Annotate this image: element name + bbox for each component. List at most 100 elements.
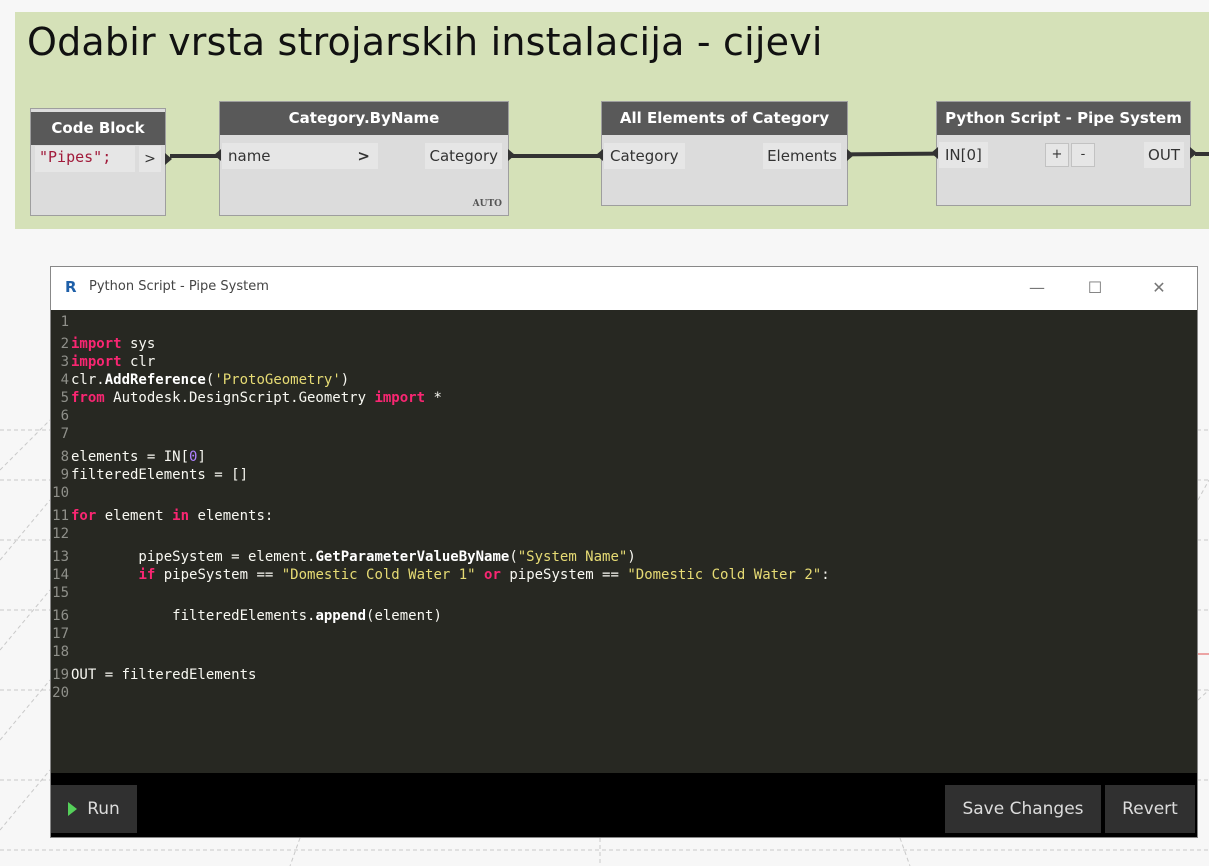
- minimize-icon[interactable]: —: [1017, 273, 1057, 303]
- code-line[interactable]: 8 elements = IN[0]: [51, 448, 206, 466]
- editor-footer: Run Save Changes Revert: [51, 773, 1197, 837]
- maximize-icon[interactable]: ☐: [1075, 273, 1115, 303]
- line-number: 5: [60, 390, 69, 406]
- category-byname-output-category[interactable]: Category: [425, 143, 502, 169]
- all-elements-node[interactable]: All Elements of Category Category Elemen…: [596, 101, 854, 206]
- play-icon: [68, 802, 78, 816]
- code-text: for element in elements:: [71, 508, 274, 524]
- line-number: 7: [60, 426, 69, 442]
- code-block-out-connector[interactable]: [165, 153, 172, 165]
- line-number: 16: [52, 608, 69, 624]
- code-line[interactable]: 13 pipeSystem = element.GetParameterValu…: [51, 548, 636, 566]
- code-block-output-arrow: >: [144, 151, 156, 167]
- category-byname-title: Category.ByName: [220, 102, 508, 135]
- python-script-output-out[interactable]: OUT: [1144, 142, 1184, 168]
- group-title[interactable]: Odabir vrsta strojarskih instalacija - c…: [27, 20, 823, 64]
- category-byname-input-name[interactable]: name >: [222, 143, 378, 169]
- revert-button[interactable]: Revert: [1105, 785, 1195, 833]
- chevron-right-icon: >: [357, 147, 370, 165]
- code-text: pipeSystem = element.GetParameterValueBy…: [71, 549, 636, 565]
- line-number: 9: [60, 467, 69, 483]
- wire-allelements-to-python: [844, 151, 941, 157]
- line-number: 18: [52, 644, 69, 660]
- code-line[interactable]: 16 filteredElements.append(element): [51, 607, 442, 625]
- python-script-output-label: OUT: [1148, 146, 1180, 164]
- python-script-input-in0[interactable]: IN[0]: [939, 142, 988, 168]
- line-number: 6: [60, 408, 69, 424]
- code-line[interactable]: 6: [51, 407, 71, 425]
- code-text: import sys: [71, 336, 156, 352]
- code-line[interactable]: 3 import clr: [51, 353, 156, 371]
- line-number: 17: [52, 626, 69, 642]
- python-script-in-connector[interactable]: [931, 147, 938, 159]
- code-text: filteredElements = []: [71, 467, 249, 483]
- category-byname-node[interactable]: Category.ByName name > Category AUTO: [214, 101, 515, 216]
- category-byname-in-connector[interactable]: [214, 149, 221, 161]
- code-text: import clr: [71, 354, 156, 370]
- code-text: elements = IN[0]: [71, 449, 206, 465]
- all-elements-input-label: Category: [610, 147, 679, 165]
- all-elements-output-label: Elements: [767, 147, 837, 165]
- python-script-node[interactable]: Python Script - Pipe System IN[0] + - OU…: [931, 101, 1197, 206]
- all-elements-out-connector[interactable]: [847, 149, 854, 161]
- line-number: 15: [52, 585, 69, 601]
- code-line[interactable]: 18: [51, 643, 71, 661]
- window-titlebar[interactable]: R Python Script - Pipe System — ☐ ✕: [51, 267, 1197, 310]
- line-number: 4: [60, 372, 69, 388]
- line-number: 2: [60, 336, 69, 352]
- code-block-title: Code Block: [31, 112, 165, 145]
- line-number: 14: [52, 567, 69, 583]
- python-script-title: Python Script - Pipe System: [937, 102, 1190, 135]
- line-number: 10: [52, 485, 69, 501]
- code-text: OUT = filteredElements: [71, 667, 257, 683]
- code-editor[interactable]: 1 2 import sys 3 import clr 4 clr.AddRefere…: [51, 310, 1197, 775]
- code-block-code: "Pipes";: [39, 148, 112, 166]
- code-line[interactable]: 20: [51, 684, 71, 702]
- python-script-out-connector[interactable]: [1190, 147, 1197, 159]
- code-line[interactable]: 17: [51, 625, 71, 643]
- code-line[interactable]: 7: [51, 425, 71, 443]
- category-byname-output-label: Category: [429, 147, 498, 165]
- close-icon[interactable]: ✕: [1139, 273, 1179, 303]
- code-line[interactable]: 4 clr.AddReference('ProtoGeometry'): [51, 371, 350, 389]
- line-number: 1: [60, 314, 69, 330]
- save-changes-button[interactable]: Save Changes: [945, 785, 1101, 833]
- wire-category-to-allelements: [505, 154, 605, 158]
- line-number: 11: [52, 508, 69, 524]
- category-byname-input-label: name: [228, 147, 271, 165]
- code-line[interactable]: 9 filteredElements = []: [51, 466, 248, 484]
- run-button[interactable]: Run: [51, 785, 137, 833]
- python-editor-window[interactable]: R Python Script - Pipe System — ☐ ✕ 1 2i…: [50, 266, 1198, 838]
- remove-input-button[interactable]: -: [1071, 143, 1095, 167]
- code-line[interactable]: 2 import sys: [51, 335, 156, 353]
- all-elements-output-elements[interactable]: Elements: [763, 143, 841, 169]
- code-text: clr.AddReference('ProtoGeometry'): [71, 372, 350, 388]
- line-number: 3: [60, 354, 69, 370]
- code-text: filteredElements.append(element): [71, 608, 442, 624]
- code-line[interactable]: 5 from Autodesk.DesignScript.Geometry imp…: [51, 389, 442, 407]
- lacing-badge[interactable]: AUTO: [473, 199, 502, 209]
- code-block-node[interactable]: Code Block "Pipes"; >: [30, 108, 172, 216]
- line-number: 8: [60, 449, 69, 465]
- line-number: 13: [52, 549, 69, 565]
- line-number: 12: [52, 526, 69, 542]
- code-line[interactable]: 12: [51, 525, 71, 543]
- run-label: Run: [87, 799, 120, 819]
- code-line[interactable]: 15: [51, 584, 71, 602]
- code-block-output-port[interactable]: >: [139, 146, 161, 172]
- code-line[interactable]: 19 OUT = filteredElements: [51, 666, 256, 684]
- code-line[interactable]: 1: [51, 313, 71, 331]
- code-block-editor[interactable]: "Pipes";: [35, 146, 135, 172]
- category-byname-out-connector[interactable]: [508, 149, 515, 161]
- code-line[interactable]: 14 if pipeSystem == "Domestic Cold Water…: [51, 566, 830, 584]
- code-line[interactable]: 10: [51, 484, 71, 502]
- code-line[interactable]: 11 for element in elements:: [51, 507, 273, 525]
- code-text: from Autodesk.DesignScript.Geometry impo…: [71, 390, 442, 406]
- wire-python-out: [1195, 152, 1209, 156]
- code-text: if pipeSystem == "Domestic Cold Water 1"…: [138, 567, 830, 583]
- all-elements-input-category[interactable]: Category: [604, 143, 685, 169]
- node-group[interactable]: Odabir vrsta strojarskih instalacija - c…: [15, 12, 1209, 229]
- add-input-button[interactable]: +: [1045, 143, 1069, 167]
- all-elements-in-connector[interactable]: [596, 149, 603, 161]
- python-script-input-label: IN[0]: [945, 146, 982, 164]
